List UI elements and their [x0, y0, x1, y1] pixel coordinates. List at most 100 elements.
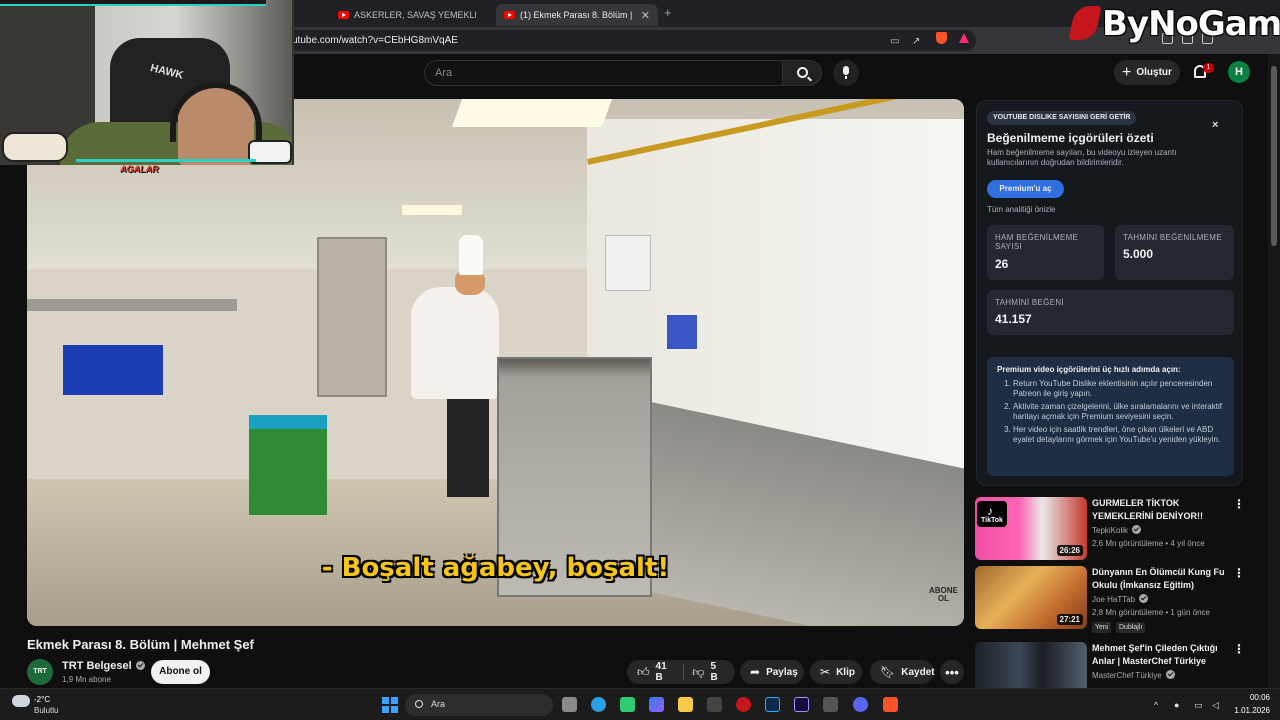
stat-value: 41.157 — [995, 312, 1032, 326]
premium-button[interactable]: Premium'u aç — [987, 180, 1064, 198]
voice-search-button[interactable] — [833, 60, 859, 86]
recommendation-title[interactable]: Dünyanın En Ölümcül Kung Fu Okulu (İmkan… — [1092, 566, 1232, 592]
step-item: Return YouTube Dislike eklentisinin açıl… — [1013, 379, 1224, 399]
app-icon[interactable] — [823, 697, 838, 712]
dislike-count[interactable]: 5 B — [710, 661, 725, 683]
share-button[interactable]: ➦ Paylaş — [740, 660, 804, 684]
microphone-icon — [843, 66, 849, 79]
tab-ekmek-parasi[interactable]: (1) Ekmek Parası 8. Bölüm | Mehm ✕ — [496, 4, 658, 26]
video-thumbnail[interactable]: 27:21 — [975, 566, 1087, 629]
channel-text: MasterChef Türkiye — [1092, 671, 1162, 680]
weather-condition[interactable]: Bulutlu — [34, 706, 58, 715]
channel-avatar[interactable]: TRT — [27, 659, 53, 685]
network-icon[interactable]: ▭ — [1194, 700, 1203, 711]
task-view-icon[interactable] — [562, 697, 577, 712]
clip-button[interactable]: ✂ Klip — [810, 660, 862, 684]
url-field[interactable]: utube.com/watch?v=CEbHG8mVqAE ▭ ↗ — [240, 30, 976, 51]
channel-name[interactable]: TRT Belgesel — [62, 660, 145, 672]
recommendation-channel[interactable]: Joe HaTTab — [1092, 594, 1149, 604]
scrollbar-thumb[interactable] — [1271, 66, 1277, 246]
discord-icon[interactable] — [853, 697, 868, 712]
recommendation-channel[interactable]: TepkiKolik — [1092, 525, 1142, 535]
video-thumbnail[interactable]: ♪ TikTok 26:26 — [975, 497, 1087, 560]
cast-icon[interactable]: ▭ — [890, 36, 899, 47]
like-count[interactable]: 41 B — [656, 661, 676, 683]
recommendation-title[interactable]: GURMELER TİKTOK YEMEKLERİNİ DENİYOR!! — [1092, 497, 1232, 523]
raw-dislike-stat: HAM BEĞENİLMEME SAYISI 26 — [987, 225, 1104, 280]
recommendation-item[interactable]: ♪ TikTok 26:26 GURMELER TİKTOK YEMEKLERİ… — [975, 497, 1255, 561]
save-button[interactable]: 🔖︎ Kaydet — [870, 660, 935, 684]
taskbar-search[interactable]: Ara — [405, 694, 553, 716]
weather-temperature[interactable]: -2°C — [34, 695, 50, 704]
brave-browser-icon[interactable] — [883, 697, 898, 712]
subscribe-button[interactable]: Abone ol — [151, 660, 210, 684]
chevron-up-icon[interactable]: ^ — [1154, 700, 1158, 710]
verified-icon — [135, 661, 145, 670]
youtube-favicon-icon — [338, 11, 349, 19]
webcam-frame-bar — [0, 0, 266, 6]
stat-label: HAM BEĞENİLMEME SAYISI — [995, 233, 1079, 251]
close-icon[interactable]: × — [1212, 119, 1218, 131]
recommendation-title[interactable]: Mehmet Şef'in Çileden Çıktığı Anlar | Ma… — [1092, 642, 1232, 668]
opera-icon[interactable] — [736, 697, 751, 712]
channel-text: TepkiKolik — [1092, 526, 1129, 535]
create-button[interactable]: + Oluştur — [1114, 60, 1180, 85]
create-label: Oluştur — [1136, 67, 1172, 78]
stat-label: TAHMİNİ BEĞENİ — [995, 298, 1064, 307]
clock-time[interactable]: 00:06 — [1240, 693, 1270, 702]
bynogame-logo-icon — [1068, 6, 1102, 40]
search-input[interactable] — [424, 60, 782, 86]
app-icon[interactable] — [707, 697, 722, 712]
steps-title: Premium video içgörülerini üç hızlı adım… — [997, 365, 1181, 374]
cloud-icon[interactable] — [12, 695, 30, 707]
page-scrollbar[interactable] — [1268, 54, 1280, 688]
app-icon[interactable] — [591, 697, 606, 712]
stat-label: TAHMİNİ BEĞENİLMEME — [1123, 233, 1222, 242]
user-avatar[interactable]: H — [1228, 61, 1250, 83]
thumbs-down-icon[interactable]: 👎︎ — [692, 665, 704, 680]
search-icon — [797, 67, 808, 78]
video-thumbnail[interactable] — [975, 642, 1087, 688]
recommendation-item[interactable]: Mehmet Şef'in Çileden Çıktığı Anlar | Ma… — [975, 642, 1255, 688]
streamer-signature: AGALAR — [120, 164, 159, 174]
copilot-icon[interactable] — [649, 697, 664, 712]
brave-rewards-icon[interactable] — [959, 33, 969, 43]
brave-shields-icon[interactable] — [936, 32, 947, 44]
verified-icon — [1132, 525, 1142, 534]
photoshop-icon[interactable] — [765, 697, 780, 712]
more-vertical-icon[interactable]: ⋮ — [1233, 497, 1245, 511]
clock-date[interactable]: 1.01.2026 — [1222, 706, 1270, 715]
clip-label: Klip — [836, 666, 855, 678]
more-vertical-icon[interactable]: ⋮ — [1233, 642, 1245, 656]
tab-askerler[interactable]: ASKERLER, SAVAŞ YEMEKLERİNİ DEN — [330, 4, 490, 26]
share-arrow-icon: ➦ — [750, 665, 761, 679]
verified-icon — [1139, 594, 1149, 603]
preview-analytics-link[interactable]: Tüm analitiği önizle — [987, 205, 1055, 214]
volume-icon[interactable]: ◁ — [1212, 700, 1219, 711]
search-button[interactable] — [782, 60, 822, 86]
verified-icon — [1165, 670, 1175, 679]
more-vertical-icon[interactable]: ⋮ — [1233, 566, 1245, 580]
watermark-text: ByNoGame — [1102, 4, 1280, 44]
search-icon — [415, 700, 423, 708]
share-page-icon[interactable]: ↗ — [912, 36, 920, 47]
share-label: Paylaş — [766, 666, 798, 678]
pixel-cat-icon — [2, 132, 68, 162]
scene-green-bin — [249, 415, 327, 515]
video-player[interactable]: - Boşalt ağabey, boşalt! ABONE OL — [27, 99, 964, 626]
thumbs-up-icon[interactable]: 👍︎ — [637, 665, 650, 680]
start-button[interactable] — [382, 697, 398, 713]
recommendation-item[interactable]: 27:21 Dünyanın En Ölümcül Kung Fu Okulu … — [975, 566, 1255, 633]
recommendation-channel[interactable]: MasterChef Türkiye — [1092, 670, 1175, 680]
premiere-icon[interactable] — [794, 697, 809, 712]
more-actions-button[interactable]: ••• — [940, 660, 964, 684]
file-explorer-icon[interactable] — [678, 697, 693, 712]
new-tab-button[interactable]: + — [664, 5, 672, 20]
app-tray-icon[interactable]: ● — [1174, 700, 1179, 710]
close-tab-icon[interactable]: ✕ — [641, 9, 650, 22]
app-icon[interactable] — [620, 697, 635, 712]
video-duration: 27:21 — [1056, 614, 1083, 625]
divider — [683, 664, 685, 680]
corner-logo-line2: OL — [937, 594, 949, 603]
estimated-like-stat: TAHMİNİ BEĞENİ 41.157 — [987, 290, 1234, 335]
